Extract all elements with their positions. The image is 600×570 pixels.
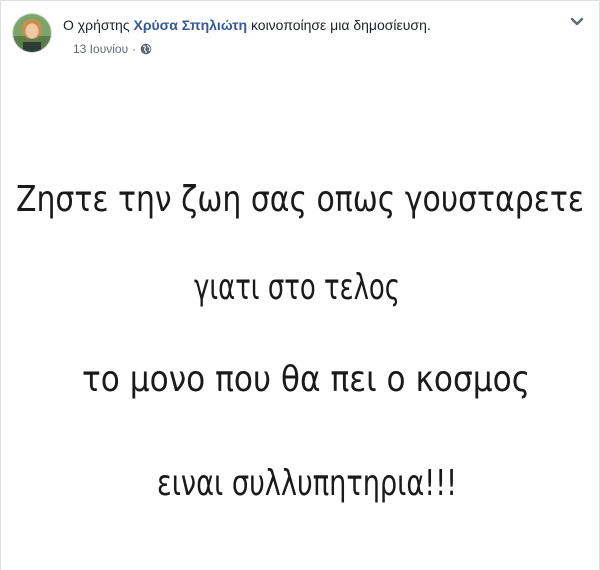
author-name-link[interactable]: Χρύσα Σπηλιώτη <box>133 17 247 33</box>
avatar-image <box>13 14 51 52</box>
post-date-link[interactable]: 13 Ιουνίου <box>73 42 128 56</box>
post-meta: 13 Ιουνίου · <box>73 42 152 56</box>
shared-post: Ο χρήστης Χρύσα Σπηλιώτη κοινοποίησε μια… <box>0 0 600 570</box>
attribution-action: κοινοποίησε μια δημοσίευση. <box>250 17 431 33</box>
profile-avatar[interactable] <box>12 13 52 53</box>
post-image[interactable]: Ζηστε την ζωη σας οπως γουσταρετε γιατι … <box>1 77 599 570</box>
image-text-line-4: ειναι συλλυπητηρια!!! <box>157 463 457 504</box>
image-text-line-2: γιατι στο τελος <box>194 267 400 308</box>
attribution-prefix: Ο χρήστης <box>63 17 130 33</box>
image-text-line-3: το μονο που θα πει ο κοσμος <box>82 359 530 400</box>
image-text-line-1: Ζηστε την ζωη σας οπως γουσταρετε <box>16 179 584 220</box>
chevron-down-icon[interactable] <box>569 15 585 29</box>
post-header: Ο χρήστης Χρύσα Σπηλιώτη κοινοποίησε μια… <box>1 1 599 77</box>
meta-separator: · <box>132 42 137 56</box>
post-attribution: Ο χρήστης Χρύσα Σπηλιώτη κοινοποίησε μια… <box>63 17 431 33</box>
globe-icon[interactable] <box>140 43 152 55</box>
